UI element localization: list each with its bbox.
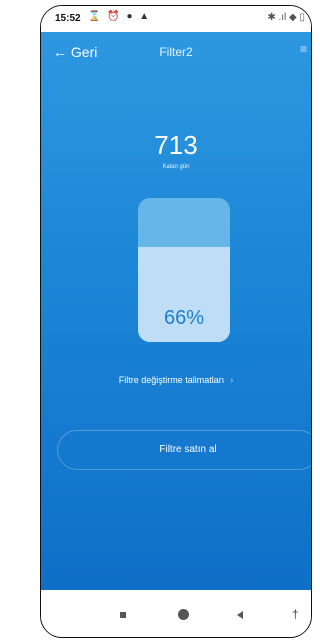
instructions-link[interactable]: Filtre değiştirme talimatları › [41, 375, 311, 385]
navigation-bar: † [41, 590, 311, 637]
buy-filter-label: Filtre satın al [159, 444, 217, 455]
filter-level-gauge: 66% [138, 198, 230, 342]
accessibility-icon[interactable]: † [292, 607, 299, 621]
status-signal-icons: ✱ .ıl ◆ ▯ [267, 12, 305, 23]
chevron-right-icon: › [230, 375, 234, 385]
recent-apps-icon[interactable] [120, 612, 126, 618]
top-bar: ← Geri Filter2 ≡ [41, 32, 311, 72]
days-remaining-value: 713 [154, 130, 198, 160]
page-title: Filter2 [159, 45, 193, 59]
home-icon[interactable] [178, 609, 189, 620]
phone-frame: 15:52 ⌛ ⏰ ● ▲ ✱ .ıl ◆ ▯ ← Geri Filter2 ≡… [40, 5, 312, 638]
buy-filter-button[interactable]: Filtre satın al [57, 430, 311, 470]
status-notification-icons: ⌛ ⏰ ● ▲ [88, 11, 152, 22]
menu-icon[interactable]: ≡ [300, 42, 307, 56]
back-triangle-icon[interactable] [237, 611, 243, 619]
instructions-label: Filtre değiştirme talimatları [118, 375, 225, 385]
status-time: 15:52 [55, 13, 81, 24]
days-remaining-label: Kalan gün [162, 164, 190, 170]
app-screen: ← Geri Filter2 ≡ 713 Kalan gün 66% Filtr… [41, 32, 311, 590]
status-bar: 15:52 ⌛ ⏰ ● ▲ ✱ .ıl ◆ ▯ [41, 6, 311, 32]
filter-level-text: 66% [163, 307, 205, 329]
